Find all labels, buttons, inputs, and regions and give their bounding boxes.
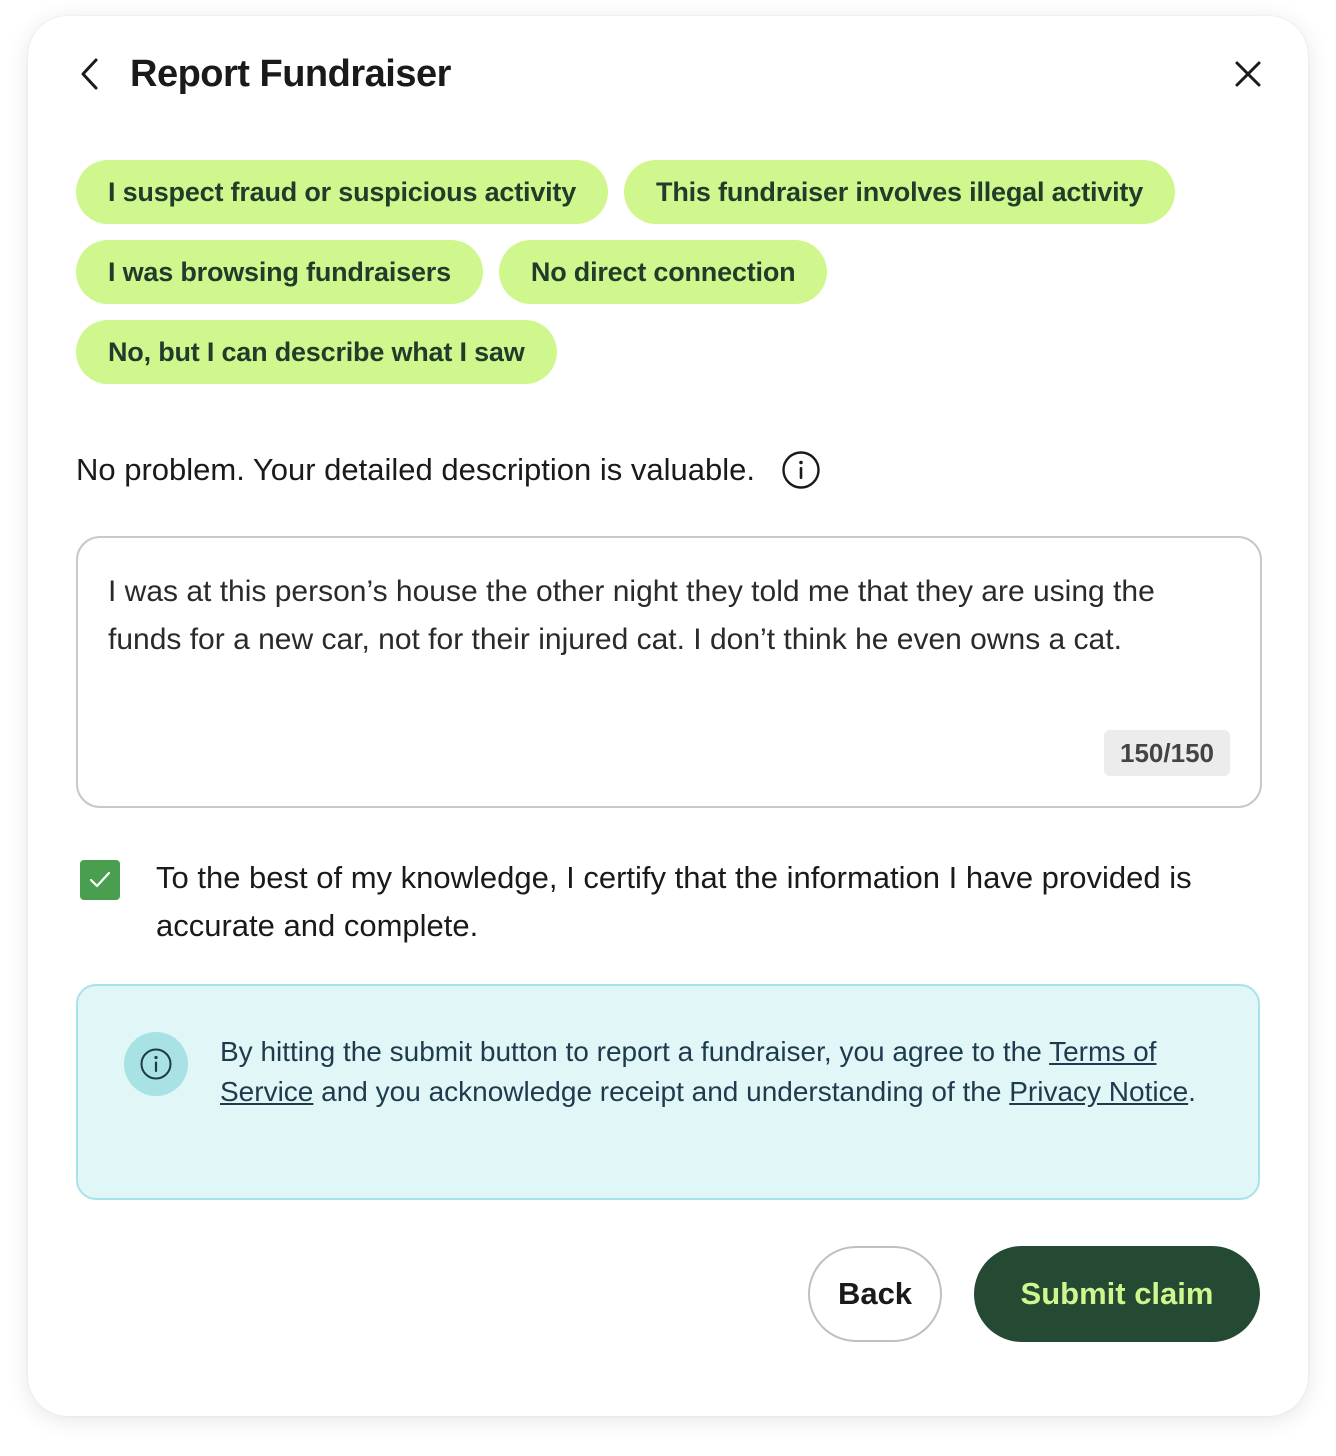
certify-label: To the best of my knowledge, I certify t… [156,860,1192,943]
dialog-title: Report Fundraiser [130,52,451,95]
notice-text-after: . [1188,1076,1196,1107]
chevron-left-icon [81,58,98,90]
notice-text: By hitting the submit button to report a… [220,1032,1218,1112]
chip-row: No, but I can describe what I saw [76,320,1260,384]
character-counter: 150/150 [1104,730,1230,776]
reason-chips: I suspect fraud or suspicious activity T… [76,160,1260,400]
chip-describe-what-i-saw[interactable]: No, but I can describe what I saw [76,320,557,384]
checkmark-icon [89,871,111,888]
report-fundraiser-dialog: Report Fundraiser I suspect fraud or sus… [28,16,1308,1416]
dialog-actions: Back Submit claim [808,1246,1260,1342]
chip-row: I suspect fraud or suspicious activity T… [76,160,1260,224]
notice-icon-badge [124,1032,188,1096]
description-value: I was at this person’s house the other n… [108,575,1155,656]
chip-browsing-fundraisers[interactable]: I was browsing fundraisers [76,240,483,304]
notice-text-before: By hitting the submit button to report a… [220,1036,1050,1067]
description-textarea[interactable]: I was at this person’s house the other n… [76,536,1262,808]
prompt-text: No problem. Your detailed description is… [76,452,755,487]
info-icon[interactable] [781,450,821,490]
close-button[interactable] [1228,54,1268,94]
back-chevron-button[interactable] [76,54,104,94]
chip-illegal-activity[interactable]: This fundraiser involves illegal activit… [624,160,1176,224]
certify-row: To the best of my knowledge, I certify t… [80,858,1260,950]
chip-no-direct-connection[interactable]: No direct connection [498,240,828,304]
submit-claim-button[interactable]: Submit claim [974,1246,1260,1342]
close-icon [1235,61,1261,87]
certify-checkbox[interactable] [80,860,120,900]
notice-text-middle: and you acknowledge receipt and understa… [313,1076,1010,1107]
back-button[interactable]: Back [808,1246,942,1342]
dialog-header: Report Fundraiser [76,46,1268,102]
legal-notice: By hitting the submit button to report a… [76,984,1260,1200]
info-icon [140,1048,172,1080]
privacy-notice-link[interactable]: Privacy Notice [1009,1076,1188,1107]
description-prompt: No problem. Your detailed description is… [76,450,821,490]
chip-row: I was browsing fundraisers No direct con… [76,240,1260,304]
chip-suspect-fraud[interactable]: I suspect fraud or suspicious activity [76,160,609,224]
